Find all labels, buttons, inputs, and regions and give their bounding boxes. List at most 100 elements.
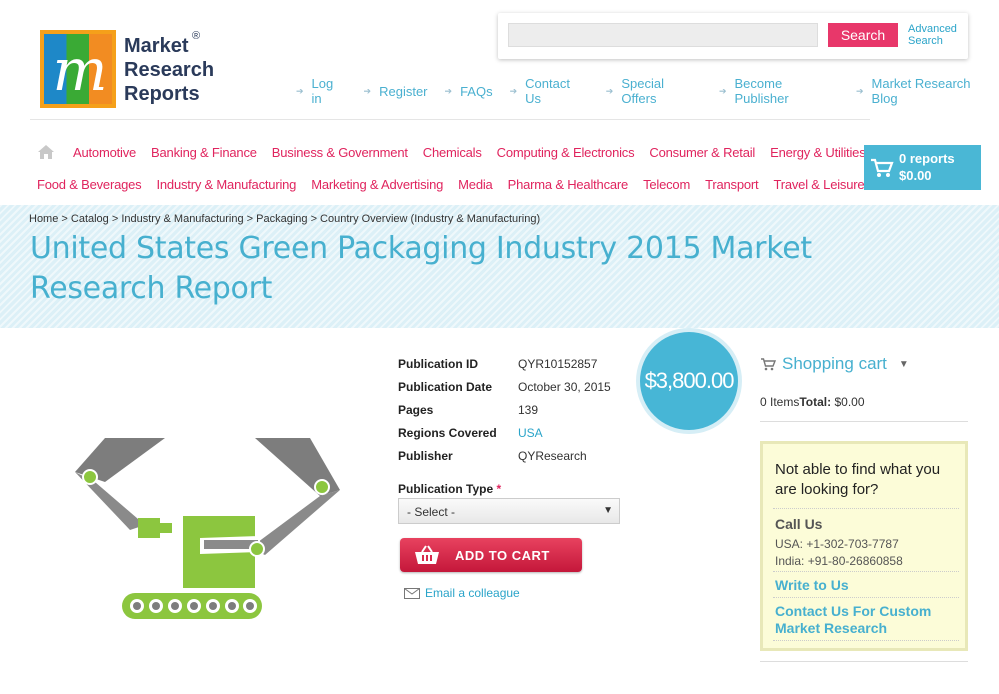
logo-line-3: Reports — [124, 83, 200, 105]
caret-down-icon: ▼ — [603, 505, 613, 516]
arrow-icon: ➔ — [605, 85, 614, 96]
select-value: - Select - — [407, 505, 456, 519]
nav-industry-manufacturing[interactable]: Industry & Manufacturing — [156, 177, 296, 192]
nav-automotive[interactable]: Automotive — [73, 145, 136, 160]
become-publisher-link[interactable]: ➔ Become Publisher — [719, 76, 839, 106]
nav-transport[interactable]: Transport — [705, 177, 759, 192]
nav-pharma-healthcare[interactable]: Pharma & Healthcare — [508, 177, 629, 192]
shopping-cart-toggle[interactable]: Shopping cart ▼ — [760, 354, 909, 374]
phone-india: India: +91-80-26860858 — [775, 554, 903, 568]
detail-label: Publication Date — [398, 379, 493, 394]
arrow-icon: ➔ — [363, 85, 372, 96]
cart-summary: 0 reports $0.00 — [899, 150, 955, 184]
envelope-icon — [404, 587, 420, 599]
logo-mark: m — [40, 30, 116, 108]
product-illustration — [75, 438, 340, 619]
cart-icon — [761, 358, 776, 371]
logo-wordmark: Market Research Reports — [124, 34, 214, 106]
detail-label: Pages — [398, 402, 434, 417]
title-banner: Home > Catalog > Industry & Manufacturin… — [0, 205, 999, 328]
sidebar-cart-summary: 0 ItemsTotal: $0.00 — [760, 395, 865, 409]
arrow-icon: ➔ — [444, 85, 453, 96]
add-to-cart-button[interactable]: ADD TO CART — [400, 538, 582, 572]
cart-count: 0 reports — [899, 151, 955, 166]
help-divider — [773, 640, 959, 641]
required-marker: * — [496, 482, 502, 496]
help-heading: Not able to find what you are looking fo… — [775, 461, 941, 498]
nav-telecom[interactable]: Telecom — [643, 177, 690, 192]
contact-link[interactable]: ➔ Contact Us — [510, 76, 589, 106]
become-publisher-label: Become Publisher — [734, 76, 789, 106]
register-label: Register — [379, 83, 428, 99]
faqs-link[interactable]: ➔ FAQs — [445, 76, 493, 106]
special-offers-link[interactable]: ➔ Special Offers — [606, 76, 702, 106]
home-icon[interactable] — [37, 144, 55, 160]
sidebar-bottom-divider — [760, 661, 968, 662]
detail-row: Publisher QYResearch — [398, 444, 611, 467]
nav-media[interactable]: Media — [458, 177, 493, 192]
email-colleague-label: Email a colleague — [425, 586, 520, 600]
shopping-cart-title: Shopping cart — [782, 354, 887, 373]
register-link[interactable]: ➔ Register — [364, 76, 428, 106]
category-nav-row-2: Food & Beverages Industry & Manufacturin… — [37, 177, 879, 192]
nav-travel-leisure[interactable]: Travel & Leisure — [773, 177, 864, 192]
top-links: ➔ Log in ➔ Register ➔ FAQs ➔ Contact Us ➔ Spe… — [296, 76, 999, 106]
phone-usa: USA: +1-302-703-7787 — [775, 537, 899, 551]
detail-row: Publication ID QYR10152857 — [398, 352, 611, 375]
nav-chemicals[interactable]: Chemicals — [423, 145, 482, 160]
header-divider — [30, 119, 870, 120]
email-colleague-link[interactable]: Email a colleague — [404, 586, 520, 600]
custom-research-link[interactable]: Contact Us For Custom Market Research — [775, 603, 960, 637]
arrow-icon: ➔ — [718, 85, 727, 96]
search-input[interactable] — [508, 23, 818, 47]
help-divider — [773, 571, 959, 572]
login-link[interactable]: ➔ Log in — [296, 76, 347, 106]
registered-mark: ® — [192, 30, 201, 42]
nav-consumer-retail[interactable]: Consumer & Retail — [649, 145, 755, 160]
sidebar-cart-total: $0.00 — [834, 395, 865, 409]
arrow-icon: ➔ — [856, 85, 864, 96]
nav-business-government[interactable]: Business & Government — [272, 145, 408, 160]
detail-value: October 30, 2015 — [518, 379, 611, 394]
category-nav-row-1: Automotive Banking & Finance Business & … — [73, 145, 881, 160]
publication-type-text: Publication Type — [398, 482, 494, 496]
detail-value: QYResearch — [518, 448, 587, 463]
help-divider — [773, 508, 959, 509]
price-badge: $3,800.00 — [640, 332, 738, 430]
publication-type-select[interactable]: - Select - ▼ — [398, 498, 620, 524]
help-divider — [773, 597, 959, 598]
arrow-icon: ➔ — [509, 85, 518, 96]
call-us-heading: Call Us — [775, 516, 823, 532]
publication-type-label: Publication Type * — [398, 482, 501, 496]
publication-details: Publication ID QYR10152857 Publication Da… — [398, 352, 611, 467]
contact-label: Contact Us — [525, 76, 570, 106]
sidebar-cart-items: 0 Items — [760, 395, 800, 409]
nav-banking-finance[interactable]: Banking & Finance — [151, 145, 257, 160]
write-to-us-link[interactable]: Write to Us — [775, 577, 960, 594]
nav-marketing-advertising[interactable]: Marketing & Advertising — [311, 177, 443, 192]
blog-label: Market Research Blog — [871, 76, 971, 106]
site-logo[interactable]: m Market Research Reports ® — [40, 30, 215, 110]
logo-line-2: Research — [124, 59, 215, 81]
nav-food-beverages[interactable]: Food & Beverages — [37, 177, 142, 192]
region-link[interactable]: USA — [518, 426, 543, 440]
detail-value: 139 — [518, 402, 539, 417]
cart-icon — [871, 158, 894, 177]
help-box: Not able to find what you are looking fo… — [760, 441, 968, 651]
header-cart-button[interactable]: 0 reports $0.00 — [864, 145, 981, 190]
page: m Market Research Reports ® Search Advan… — [0, 0, 999, 694]
chevron-down-icon: ▼ — [898, 358, 909, 370]
logo-letter: m — [52, 36, 108, 104]
detail-row: Pages 139 — [398, 398, 611, 421]
add-to-cart-label: ADD TO CART — [455, 548, 550, 563]
blog-link[interactable]: ➔ Market Research Blog — [856, 76, 999, 106]
nav-computing-electronics[interactable]: Computing & Electronics — [497, 145, 635, 160]
advanced-search-link[interactable]: Advanced Search — [908, 23, 964, 47]
nav-energy-utilities[interactable]: Energy & Utilities — [770, 145, 866, 160]
breadcrumb[interactable]: Home > Catalog > Industry & Manufacturin… — [29, 213, 540, 225]
detail-label: Publisher — [398, 448, 453, 463]
logo-line-1: Market — [124, 35, 189, 57]
search-button[interactable]: Search — [828, 23, 898, 47]
login-label: Log in — [311, 76, 334, 106]
basket-icon — [415, 545, 439, 564]
